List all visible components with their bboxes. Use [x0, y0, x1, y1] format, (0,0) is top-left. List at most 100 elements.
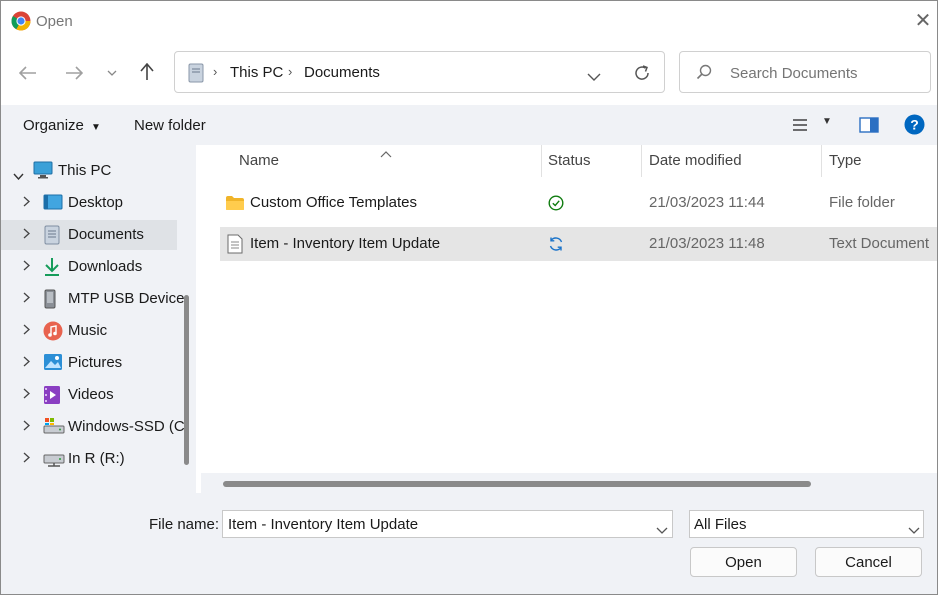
- chevron-down-icon[interactable]: [908, 521, 920, 538]
- desktop-icon: [43, 193, 63, 213]
- preview-pane-icon[interactable]: [859, 117, 879, 137]
- network-drive-icon: [43, 449, 65, 469]
- monitor-icon: [33, 161, 53, 183]
- sort-ascending-icon: [380, 145, 392, 162]
- back-button[interactable]: [15, 60, 41, 86]
- cancel-button[interactable]: Cancel: [815, 547, 922, 577]
- view-options-icon[interactable]: [792, 118, 808, 136]
- sidebar-item-videos[interactable]: Videos: [1, 380, 177, 410]
- chevron-right-icon[interactable]: [23, 388, 33, 402]
- check-circle-icon: [548, 195, 564, 215]
- sidebar-item-pictures[interactable]: Pictures: [1, 348, 177, 378]
- navigation-pane: This PC Desktop Documents Downloads MTP …: [1, 145, 196, 493]
- chevron-right-icon[interactable]: [23, 228, 33, 242]
- sidebar-item-in-r[interactable]: In R (R:): [1, 444, 177, 474]
- chevron-right-icon[interactable]: [23, 324, 33, 338]
- breadcrumb-separator-icon: ›: [213, 64, 218, 79]
- help-icon[interactable]: ?: [904, 114, 925, 139]
- search-input[interactable]: [728, 61, 922, 85]
- file-list: Name Status Date modified Type Custom Of…: [196, 145, 937, 493]
- sidebar-item-label: This PC: [58, 162, 112, 179]
- sidebar-item-label: Desktop: [68, 194, 124, 211]
- column-divider[interactable]: [541, 145, 542, 177]
- drive-icon: [43, 417, 65, 437]
- file-type-filter-select[interactable]: All Files: [689, 510, 924, 538]
- breadcrumb-separator-icon: ›: [288, 64, 293, 79]
- sidebar-item-this-pc[interactable]: This PC: [1, 156, 177, 186]
- new-folder-button[interactable]: New folder: [134, 117, 206, 134]
- file-name-label: File name:: [149, 516, 220, 533]
- chevron-right-icon[interactable]: [23, 292, 33, 306]
- file-type: Text Document: [829, 235, 930, 252]
- column-header-status[interactable]: Status: [548, 145, 591, 177]
- sidebar-item-music[interactable]: Music: [1, 316, 177, 346]
- file-row-selected[interactable]: Item - Inventory Item Update 21/03/2023 …: [220, 227, 937, 261]
- chevron-down-icon[interactable]: [656, 521, 668, 538]
- sidebar-scrollbar-thumb[interactable]: [184, 295, 189, 465]
- sidebar-item-desktop[interactable]: Desktop: [1, 188, 177, 218]
- chevron-right-icon[interactable]: [23, 260, 33, 274]
- sidebar-item-label: Pictures: [68, 354, 123, 371]
- forward-button[interactable]: [61, 60, 87, 86]
- downloads-icon: [43, 257, 63, 277]
- command-bar: Organize ▼ New folder ▼ ?: [1, 105, 937, 145]
- sidebar-item-label: Documents: [68, 226, 144, 243]
- file-name: Custom Office Templates: [250, 194, 418, 211]
- file-date-modified: 21/03/2023 11:44: [649, 194, 765, 211]
- organize-label: Organize: [23, 117, 84, 134]
- column-header-type[interactable]: Type: [829, 145, 862, 177]
- dialog-footer: File name: Item - Inventory Item Update …: [1, 493, 937, 594]
- up-button[interactable]: [134, 59, 160, 85]
- chevron-down-icon[interactable]: [13, 167, 24, 184]
- column-divider[interactable]: [821, 145, 822, 177]
- refresh-icon[interactable]: [633, 64, 651, 86]
- pictures-icon: [43, 353, 63, 373]
- caret-down-icon: ▼: [91, 122, 101, 133]
- organize-button[interactable]: Organize ▼: [23, 117, 101, 134]
- sidebar-item-label: MTP USB Device: [68, 290, 185, 307]
- file-type: File folder: [829, 194, 895, 211]
- sidebar-item-label: Windows-SSD (C: [68, 418, 185, 435]
- open-button[interactable]: Open: [690, 547, 797, 577]
- address-dropdown-chevron-icon[interactable]: [587, 68, 601, 85]
- chevron-right-icon[interactable]: [23, 356, 33, 370]
- sidebar-item-mtp-usb-device[interactable]: MTP USB Device: [1, 284, 184, 314]
- close-icon[interactable]: ✕: [913, 11, 933, 31]
- horizontal-scrollbar-thumb[interactable]: [223, 481, 811, 487]
- search-box[interactable]: [679, 51, 931, 93]
- text-file-icon: [227, 234, 243, 258]
- usb-device-icon: [43, 289, 63, 309]
- column-header-name[interactable]: Name: [239, 145, 279, 177]
- sidebar-item-label: Music: [68, 322, 108, 339]
- file-row[interactable]: Custom Office Templates 21/03/2023 11:44…: [220, 186, 937, 220]
- file-name-input[interactable]: Item - Inventory Item Update: [228, 516, 418, 533]
- breadcrumb-documents[interactable]: Documents: [304, 64, 380, 81]
- sidebar-item-downloads[interactable]: Downloads: [1, 252, 177, 282]
- sidebar-item-windows-ssd[interactable]: Windows-SSD (C: [1, 412, 185, 442]
- documents-icon: [43, 225, 63, 245]
- sidebar-item-label: Videos: [68, 386, 114, 403]
- chevron-right-icon[interactable]: [23, 196, 33, 210]
- folder-icon: [225, 195, 245, 215]
- sidebar-item-label: In R (R:): [68, 450, 125, 467]
- recent-locations-chevron-icon[interactable]: [99, 60, 125, 86]
- file-date-modified: 21/03/2023 11:48: [649, 235, 765, 252]
- sidebar-item-label: Downloads: [68, 258, 143, 275]
- view-dropdown-caret-icon[interactable]: ▼: [822, 116, 832, 127]
- sync-icon: [548, 236, 564, 256]
- breadcrumb-this-pc[interactable]: This PC: [230, 64, 283, 81]
- title-bar: Open ✕: [1, 1, 937, 43]
- videos-icon: [43, 385, 63, 405]
- this-pc-icon: [188, 63, 204, 83]
- column-divider[interactable]: [641, 145, 642, 177]
- chevron-right-icon[interactable]: [23, 420, 33, 434]
- address-bar[interactable]: › This PC › Documents: [174, 51, 665, 93]
- file-name-combobox[interactable]: Item - Inventory Item Update: [222, 510, 673, 538]
- file-name: Item - Inventory Item Update: [250, 235, 441, 252]
- sidebar-item-documents[interactable]: Documents: [1, 220, 177, 250]
- open-dialog: Open ✕ › This PC › Documents Search Docu…: [0, 0, 938, 595]
- music-icon: [43, 321, 63, 341]
- column-header-date-modified[interactable]: Date modified: [649, 145, 742, 177]
- chevron-right-icon[interactable]: [23, 452, 33, 466]
- file-type-filter-value: All Files: [694, 516, 747, 533]
